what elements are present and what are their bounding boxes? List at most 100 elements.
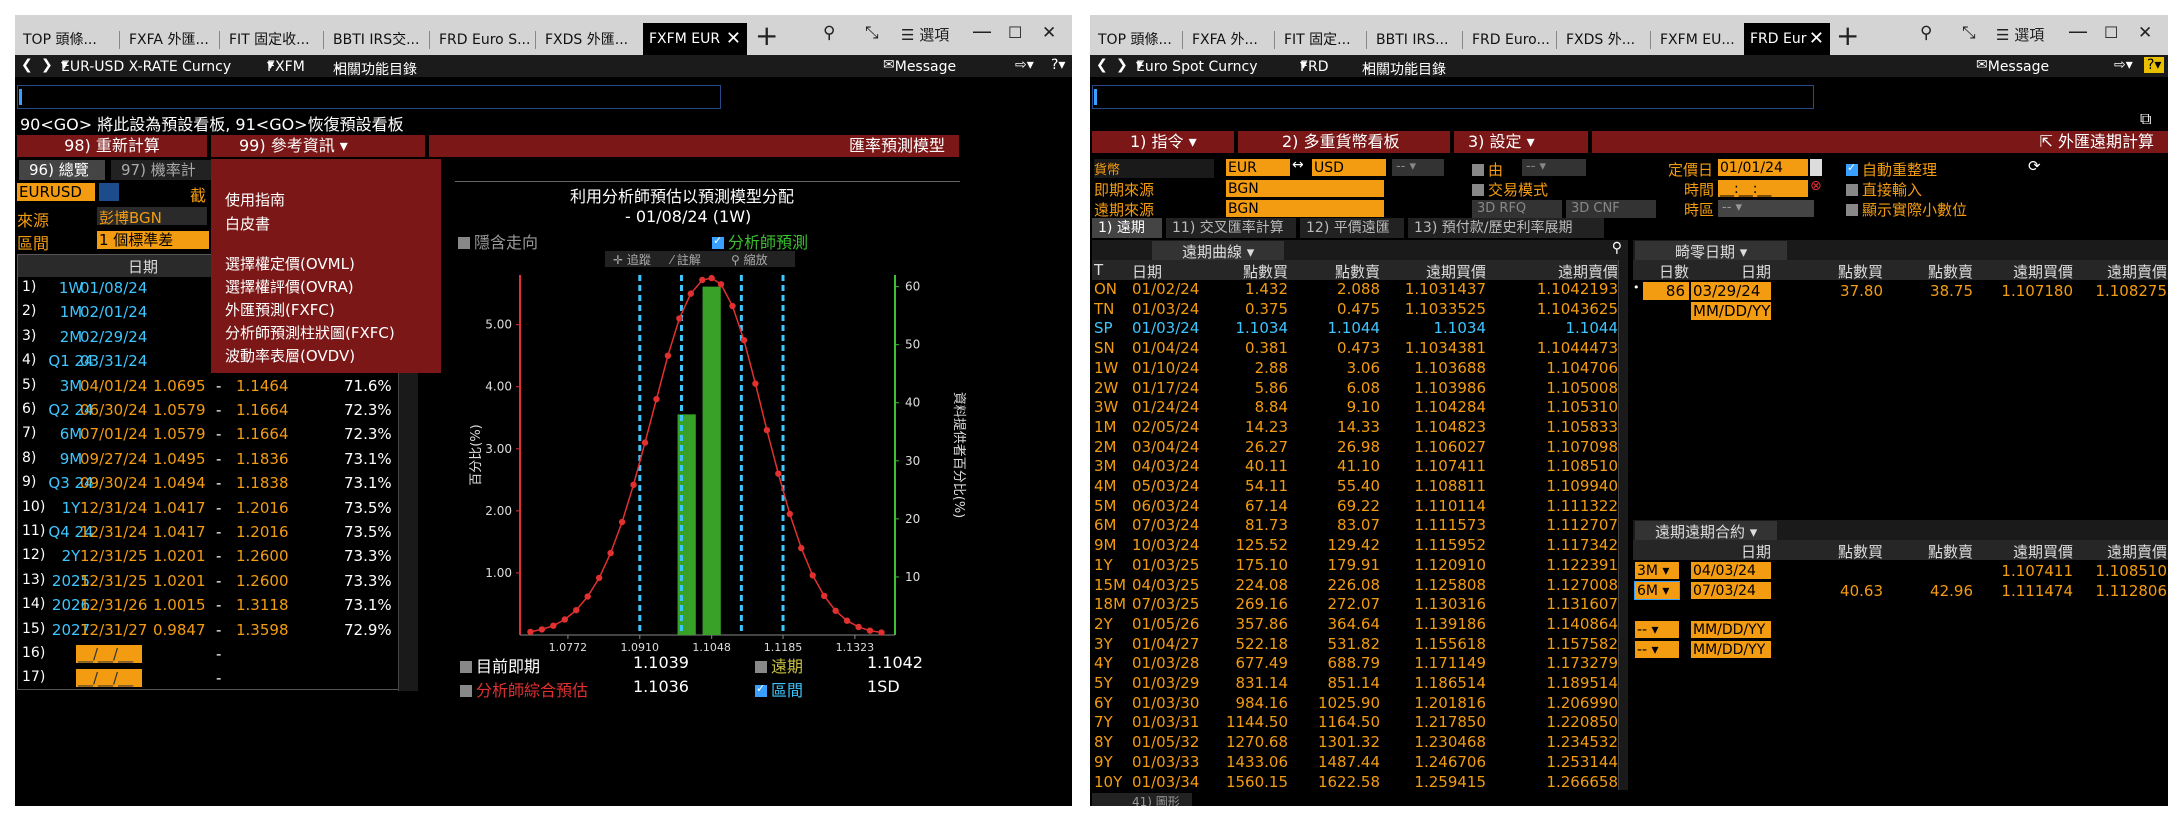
tab-frd[interactable]: FRD Euro... [1466, 26, 1554, 54]
tenor-select[interactable]: -- ▾ [1635, 640, 1679, 658]
pair-field[interactable]: EURUSD [17, 183, 95, 201]
fwd-source-field[interactable]: BGN [1226, 200, 1384, 217]
tab-bbti[interactable]: BBTI IRS交... [327, 26, 427, 54]
expand-icon[interactable]: ⤡ [1962, 23, 1976, 43]
broken-date-field[interactable]: 03/29/24 [1691, 282, 1771, 300]
back-icon[interactable]: ❮ [1096, 57, 1108, 73]
ccy-select[interactable]: -- ▾ [1392, 159, 1444, 176]
tab-parity[interactable]: 12) 平價遠匯 [1300, 218, 1404, 238]
popout-icon[interactable]: ⧉ [2140, 109, 2151, 129]
chart-tab[interactable]: 41) 圖形 [1092, 793, 1192, 806]
tab-frd-active[interactable]: FRD Eur ✕ [1744, 23, 1830, 55]
menu-ovml[interactable]: 選擇權定價(OVML) [225, 253, 355, 274]
related-functions[interactable]: 相關功能目錄 ⌄ [1362, 57, 1446, 78]
fwdfwd-date-field[interactable]: MM/DD/YY [1691, 621, 1771, 638]
options-menu[interactable]: ☰ 選項 [1996, 24, 2044, 45]
spot-source-field[interactable]: BGN [1226, 180, 1384, 197]
multi-currency-button[interactable]: 2) 多重貨幣看板 [1238, 131, 1450, 153]
row-date[interactable]: 04/01/24 [80, 377, 147, 395]
analyst-toggle[interactable]: 分析師預測 [712, 229, 808, 253]
tab-fxfa[interactable]: FXFA 外匯... [123, 26, 217, 54]
pair-icon[interactable] [99, 183, 119, 201]
rfq-button[interactable]: 3D RFQ [1472, 200, 1562, 218]
tab-overview[interactable]: 96) 總覽 [19, 160, 105, 180]
tab-fxfm-active[interactable]: FXFM EUR ✕ [643, 23, 747, 55]
implied-trend-toggle[interactable]: 隱含走向 [458, 229, 538, 253]
function-selector[interactable]: FRD ▾ [1300, 57, 1329, 75]
show-decimals-toggle[interactable]: 顯示實際小數位 [1846, 199, 1967, 220]
curve-title[interactable]: 遠期曲線 ▾ [1152, 241, 1285, 262]
help-icon[interactable]: ?▾ [1051, 57, 1065, 73]
trade-mode-toggle[interactable]: 交易模式 [1472, 179, 1548, 200]
maximize-icon[interactable]: ☐ [2104, 23, 2118, 42]
message-button[interactable]: ✉ Message [1976, 57, 2049, 75]
forward-icon[interactable]: ❯ [1116, 57, 1128, 73]
menu-fxfc-histogram[interactable]: 分析師預測柱狀圖(FXFC) [225, 322, 395, 343]
new-tab-plus-icon[interactable]: + [755, 19, 778, 52]
from-label[interactable]: 由 [1472, 159, 1503, 180]
tab-fit[interactable]: FIT 固定收... [223, 26, 321, 54]
time-field[interactable]: __:__:__ [1718, 180, 1808, 197]
tab-frd[interactable]: FRD Euro S... [433, 26, 533, 54]
forecast-distribution-chart[interactable]: 1.00 2.00 3.00 4.00 5.00 10 20 30 40 50 60 1.0772 1.… [450, 255, 970, 655]
options-menu[interactable]: ☰ 選項 [901, 24, 949, 45]
search-icon[interactable]: ⚲ [823, 23, 835, 43]
row-date[interactable]: 02/29/24 [80, 328, 147, 346]
menu-ovdv[interactable]: 波動率表層(OVDV) [225, 345, 355, 366]
tab-bbti[interactable]: BBTI IRS... [1370, 26, 1460, 54]
expand-icon[interactable]: ⤡ [865, 23, 879, 43]
swap-icon[interactable]: ↔ [1292, 157, 1304, 173]
menu-fxfc[interactable]: 外匯預測(FXFC) [225, 299, 335, 320]
legend-range[interactable]: 區間 [755, 677, 803, 701]
range-field[interactable]: 1 個標準差 [97, 231, 209, 249]
zone-select[interactable]: -- ▾ [1718, 200, 1814, 217]
fwdfwd-date-field[interactable]: 07/03/24 [1691, 581, 1771, 599]
command-input[interactable] [17, 85, 721, 109]
calendar-icon[interactable] [1810, 159, 1822, 176]
ref-info-menu[interactable]: 99) 參考資訊 ▾ [211, 135, 425, 157]
clear-icon[interactable]: ⊗ [1810, 178, 1822, 194]
row-date[interactable]: 01/08/24 [80, 279, 147, 297]
tab-top[interactable]: TOP 頭條... [1092, 26, 1180, 54]
row-date[interactable]: 12/31/24 [80, 523, 147, 541]
settings-menu[interactable]: 3) 設定 ▾ [1454, 131, 1588, 153]
command-input[interactable] [1092, 85, 1814, 109]
tab-prepay-rollover[interactable]: 13) 預付款/歷史利率展期 [1408, 218, 1604, 238]
maximize-icon[interactable]: ☐ [1008, 23, 1022, 42]
zoom-icon[interactable]: ⚲ [1612, 240, 1622, 256]
refresh-icon[interactable]: ⟳ [2028, 157, 2041, 175]
close-window-icon[interactable]: ✕ [2138, 23, 2152, 43]
direct-input-toggle[interactable]: 直接輸入 [1846, 179, 1922, 200]
function-selector[interactable]: FXFM ▾ [267, 57, 305, 75]
curve-scrollbar[interactable] [1618, 260, 1628, 790]
forward-icon[interactable]: ❯ [41, 57, 53, 73]
export-icon[interactable]: ⇨▾ [2114, 57, 2133, 73]
fwdfwd-date-field[interactable]: MM/DD/YY [1691, 640, 1771, 658]
tab-fxds[interactable]: FXDS 外... [1560, 26, 1648, 54]
row-date-field[interactable]: __/__/__ [76, 645, 142, 663]
message-button[interactable]: ✉ Message [883, 57, 956, 75]
row-date[interactable]: 03/31/24 [80, 352, 147, 370]
tab-top[interactable]: TOP 頭條... [17, 26, 117, 54]
tab-cross-rate[interactable]: 11) 交叉匯率計算 [1166, 218, 1296, 238]
cnf-button[interactable]: 3D CNF [1566, 200, 1656, 218]
security-selector[interactable]: Euro Spot Curncy ▾ [1136, 57, 1257, 75]
fwdfwd-date-field[interactable]: 04/03/24 [1691, 562, 1771, 579]
back-icon[interactable]: ❮ [21, 57, 33, 73]
tenor-select[interactable]: 3M ▾ [1635, 562, 1679, 579]
tab-fit[interactable]: FIT 固定... [1278, 26, 1364, 54]
tenor-select[interactable]: -- ▾ [1635, 621, 1679, 638]
related-functions[interactable]: 相關功能目錄 ⌄ [333, 57, 417, 78]
from-select[interactable]: -- ▾ [1522, 159, 1586, 176]
search-icon[interactable]: ⚲ [1920, 23, 1932, 43]
minimize-icon[interactable]: — [972, 19, 992, 43]
tenor-select[interactable]: 6M ▾ [1634, 580, 1680, 600]
row-date[interactable]: 12/31/27 [80, 621, 147, 639]
row-date[interactable]: 07/01/24 [80, 425, 147, 443]
recalc-button[interactable]: 98) 重新計算 [17, 135, 207, 157]
row-date[interactable]: 02/01/24 [80, 303, 147, 321]
close-window-icon[interactable]: ✕ [1042, 23, 1056, 43]
row-date[interactable]: 12/31/25 [80, 547, 147, 565]
menu-whitepaper[interactable]: 白皮書 [225, 213, 270, 234]
menu-user-guide[interactable]: 使用指南 [225, 189, 285, 210]
